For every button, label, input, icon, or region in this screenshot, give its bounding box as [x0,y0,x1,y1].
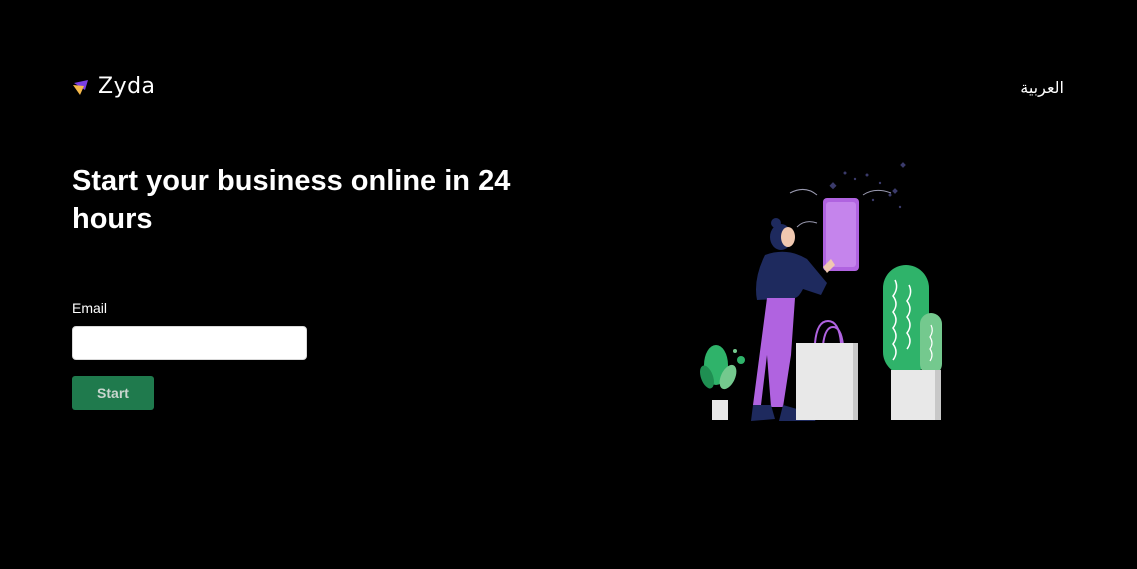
start-button[interactable]: Start [72,376,154,410]
language-switch-link[interactable]: العربية [1020,78,1064,98]
cactus-plant [883,265,942,420]
landing-page: Zyda العربية Start your business online … [0,0,1137,569]
brand-name: Zyda [98,74,156,99]
small-plant [700,345,745,420]
brand-logo[interactable]: Zyda [72,74,156,99]
shopping-bag [796,319,858,420]
hero-headline: Start your business online in 24 hours [72,165,511,235]
shopping-illustration [700,162,942,421]
zyda-logo-icon [73,79,88,95]
email-label: Email [72,300,108,316]
email-input[interactable] [72,326,307,360]
